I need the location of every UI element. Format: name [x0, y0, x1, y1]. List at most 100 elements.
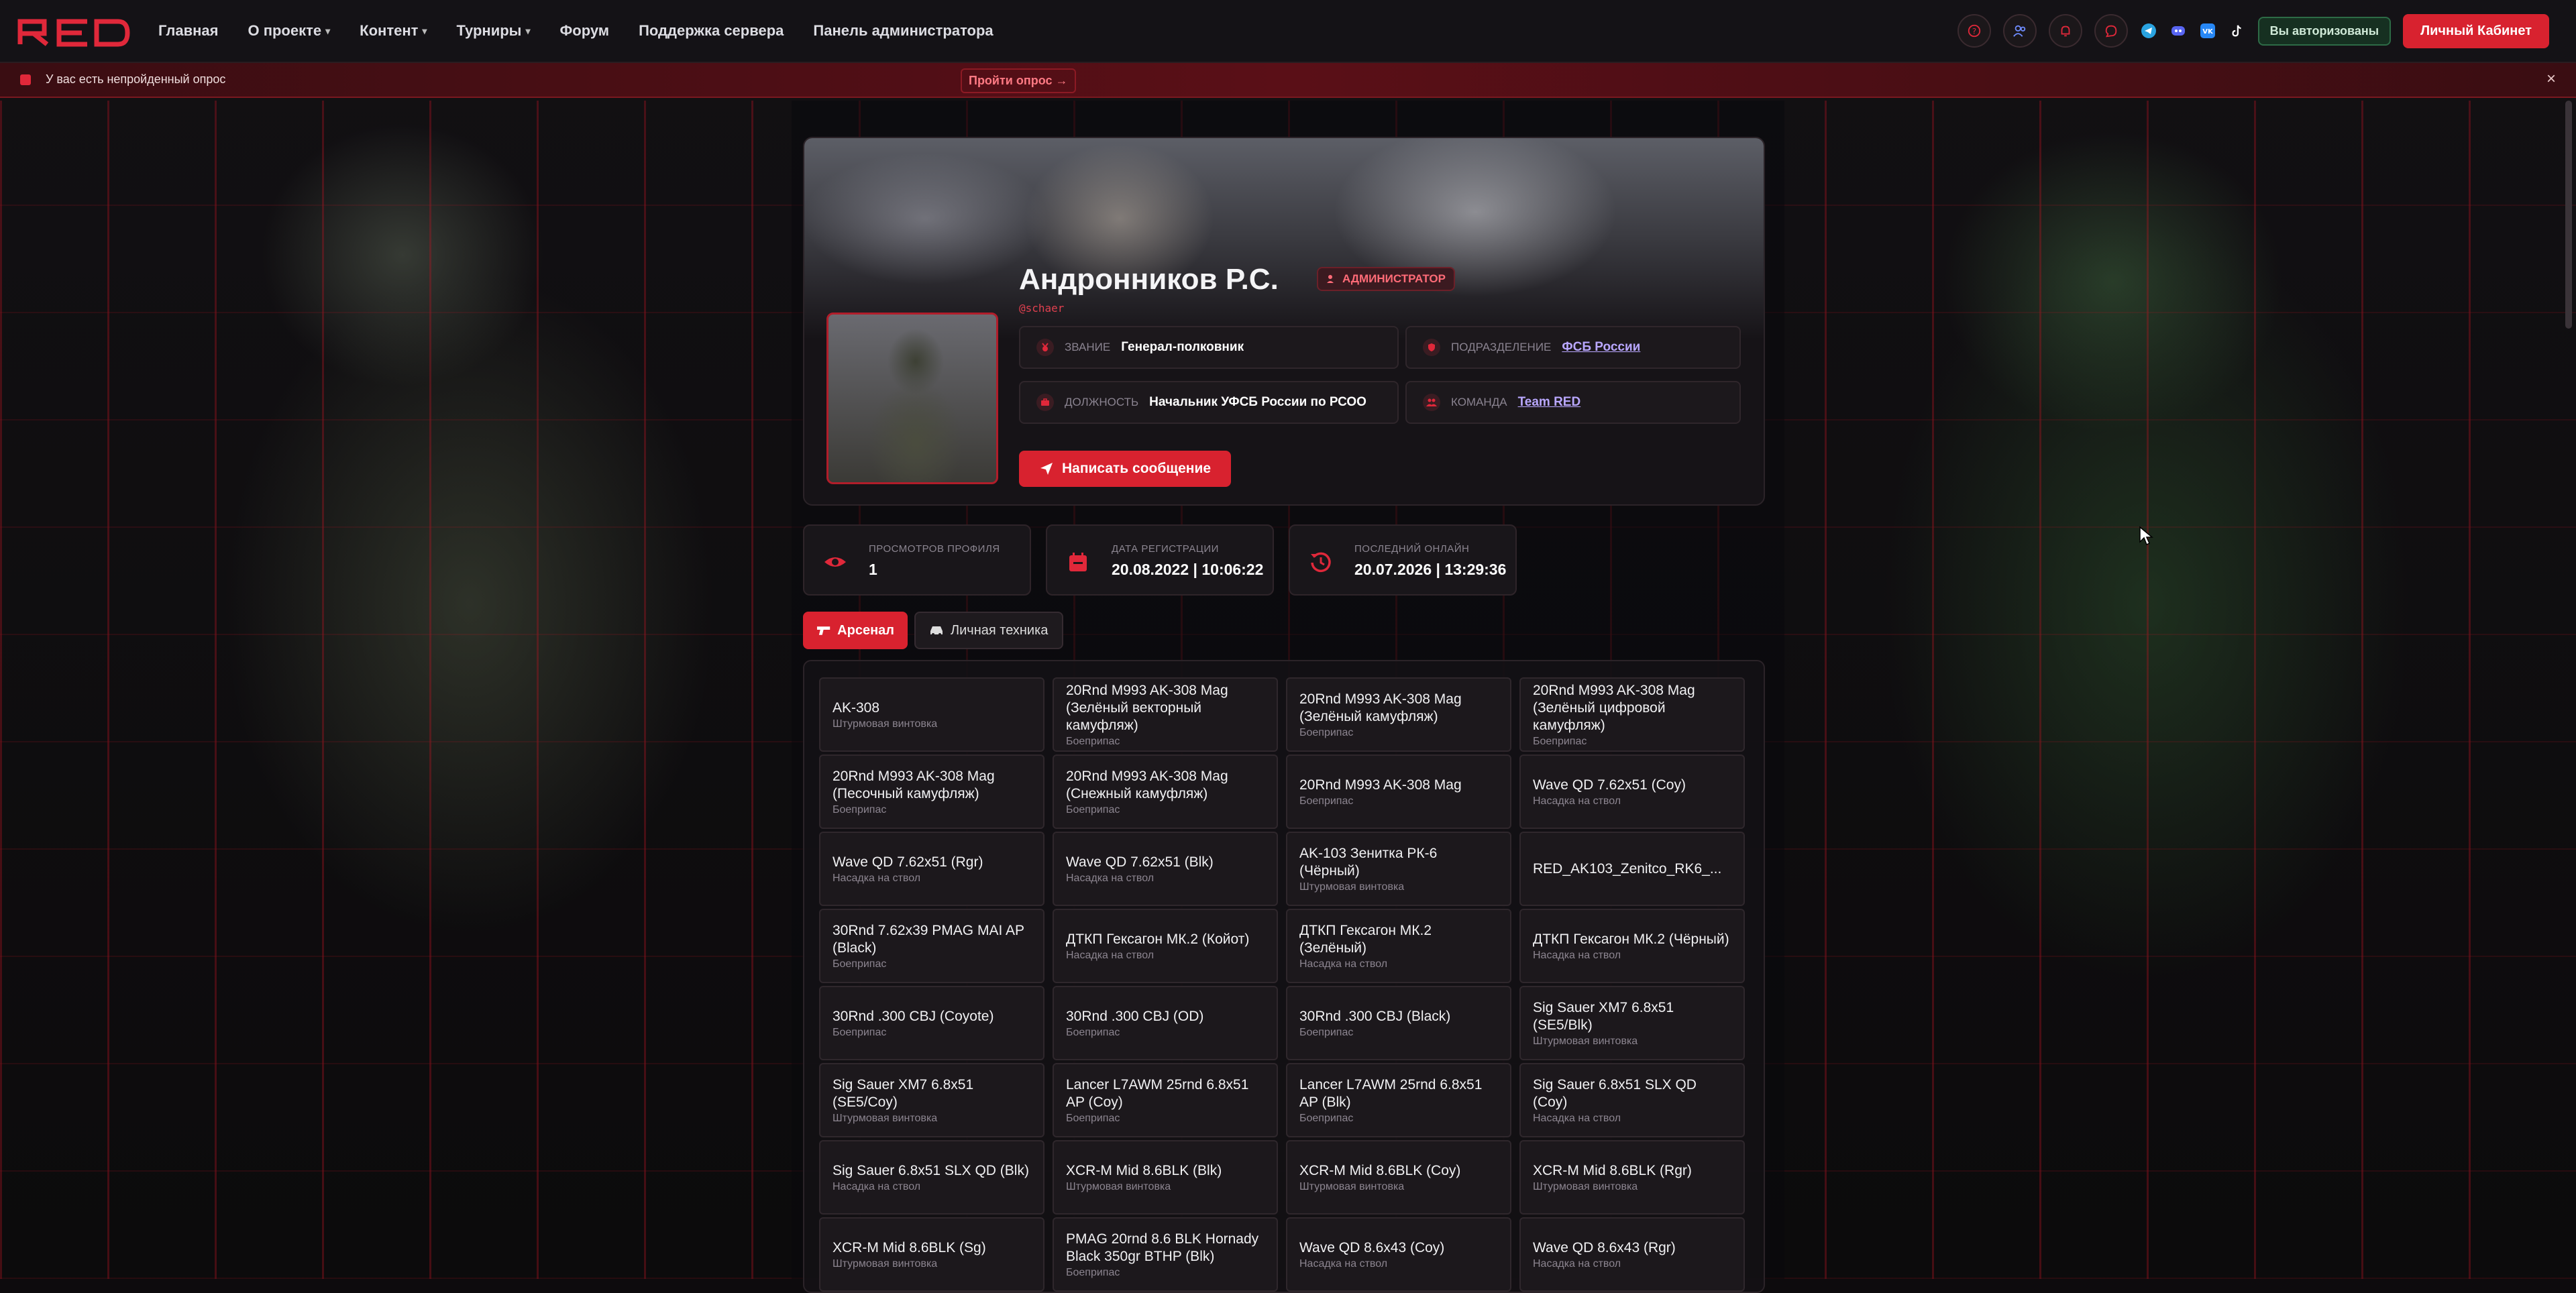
take-survey-link[interactable]: Пройти опрос →: [961, 68, 1076, 93]
arsenal-item[interactable]: Wave QD 7.62x51 (Rgr) Насадка на ствол: [819, 832, 1044, 906]
chevron-down-icon: ▾: [422, 25, 427, 36]
page-scrollbar[interactable]: [2565, 101, 2572, 329]
stat-registration-date: ДАТА РЕГИСТРАЦИИ 20.08.2022 | 10:06:22: [1046, 524, 1274, 596]
arsenal-item[interactable]: PMAG 20rnd 8.6 BLK Hornady Black 350gr B…: [1053, 1217, 1278, 1292]
position-value: Начальник УФСБ России по РСОО: [1149, 395, 1366, 409]
rank-label: ЗВАНИЕ: [1065, 341, 1111, 353]
tab-arsenal-label: Арсенал: [837, 622, 894, 638]
nav-item[interactable]: Главная: [158, 22, 218, 40]
arsenal-item[interactable]: Wave QD 7.62x51 (Coy) Насадка на ствол: [1519, 754, 1745, 829]
item-type: Штурмовая винтовка: [1533, 1035, 1638, 1047]
nav-item[interactable]: О проекте ▾: [248, 22, 330, 40]
survey-alert: У вас есть непройденный опрос Пройти опр…: [0, 63, 2576, 98]
item-type: Штурмовая винтовка: [1299, 1180, 1405, 1192]
arsenal-item[interactable]: Lancer L7AWM 25rnd 6.8x51 AP (Blk) Боепри…: [1286, 1063, 1511, 1137]
item-name: Wave QD 7.62x51 (Rgr): [833, 854, 983, 870]
nav-item[interactable]: Турниры ▾: [456, 22, 530, 40]
arsenal-item[interactable]: 20Rnd M993 AK-308 Mag (Зелёный векторный…: [1053, 677, 1278, 752]
vk-link[interactable]: VK: [2199, 22, 2216, 40]
telegram-icon: [2141, 23, 2156, 38]
nav-item[interactable]: Контент ▾: [360, 22, 427, 40]
nav-item[interactable]: Панель администратора: [813, 22, 993, 40]
item-name: Sig Sauer XM7 6.8x51 (SE5/Blk): [1533, 999, 1674, 1033]
arsenal-item[interactable]: AK-103 Зенитка РК-6 (Чёрный) Штурмовая ви…: [1286, 832, 1511, 906]
arsenal-item[interactable]: 30Rnd .300 CBJ (Coyote) Боеприпас: [819, 986, 1044, 1060]
item-type: Насадка на ствол: [1533, 1257, 1621, 1270]
arsenal-item[interactable]: 20Rnd M993 AK-308 Mag (Зелёный камуфляж)…: [1286, 677, 1511, 752]
notifications-button[interactable]: [2048, 14, 2082, 48]
arsenal-item[interactable]: XCR-M Mid 8.6BLK (Blk) Штурмовая винтовка: [1053, 1140, 1278, 1215]
arsenal-item[interactable]: 20Rnd M993 AK-308 Mag (Снежный камуфляж)…: [1053, 754, 1278, 829]
tiktok-link[interactable]: [2229, 22, 2246, 40]
nav-item-label: Поддержка сервера: [639, 22, 784, 39]
arsenal-item[interactable]: 20Rnd M993 AK-308 Mag Боеприпас: [1286, 754, 1511, 829]
close-icon[interactable]: ×: [2546, 70, 2556, 89]
arsenal-item[interactable]: 30Rnd .300 CBJ (OD) Боеприпас: [1053, 986, 1278, 1060]
arsenal-item[interactable]: XCR-M Mid 8.6BLK (Rgr) Штурмовая винтовка: [1519, 1140, 1745, 1215]
chat-icon: [2105, 25, 2116, 38]
arsenal-item[interactable]: Wave QD 8.6x43 (Coy) Насадка на ствол: [1286, 1217, 1511, 1292]
stat-value: 20.08.2022 | 10:06:22: [1112, 561, 1264, 578]
stat-value: 1: [869, 561, 877, 578]
personal-cabinet-button[interactable]: Личный Кабинет: [2403, 13, 2549, 48]
messages-button[interactable]: [2094, 14, 2128, 48]
item-type: Боеприпас: [1066, 1112, 1120, 1124]
users-button[interactable]: [2002, 14, 2037, 48]
top-navbar: Главная О проекте ▾ Контент ▾ Турниры ▾ Форум По…: [0, 0, 2576, 63]
arsenal-item[interactable]: ДТКП Гексагон МК.2 (Койот) Насадка на ств…: [1053, 909, 1278, 983]
item-type: Штурмовая винтовка: [1066, 1180, 1171, 1192]
nav-item-label: Панель администратора: [813, 22, 994, 39]
nav-item-label: Турниры: [456, 22, 522, 39]
arsenal-item[interactable]: Sig Sauer XM7 6.8x51 (SE5/Blk) Штурмовая …: [1519, 986, 1745, 1060]
item-name: ДТКП Гексагон МК.2 (Чёрный): [1533, 931, 1729, 947]
arsenal-item[interactable]: Wave QD 8.6x43 (Rgr) Насадка на ствол: [1519, 1217, 1745, 1292]
item-name: XCR-M Mid 8.6BLK (Coy): [1299, 1162, 1461, 1178]
stat-value: 20.07.2026 | 13:29:36: [1354, 561, 1507, 578]
paper-plane-icon: [1040, 463, 1053, 475]
arsenal-item[interactable]: 20Rnd M993 AK-308 Mag (Зелёный цифровой …: [1519, 677, 1745, 752]
tab-arsenal[interactable]: Арсенал: [803, 612, 908, 649]
item-name: ДТКП Гексагон МК.2 (Зелёный): [1299, 922, 1432, 956]
unit-link[interactable]: ФСБ России: [1562, 340, 1640, 355]
team-link[interactable]: Team RED: [1518, 395, 1581, 410]
arsenal-item[interactable]: ДТКП Гексагон МК.2 (Чёрный) Насадка на ст…: [1519, 909, 1745, 983]
arsenal-item[interactable]: 30Rnd 7.62x39 PMAG MAI AP (Black) Боеприп…: [819, 909, 1044, 983]
item-name: ДТКП Гексагон МК.2 (Койот): [1066, 931, 1250, 947]
item-type: Боеприпас: [1066, 803, 1120, 816]
item-type: Штурмовая винтовка: [1299, 881, 1405, 893]
item-type: Боеприпас: [1066, 1026, 1120, 1038]
arsenal-item[interactable]: Sig Sauer XM7 6.8x51 (SE5/Coy) Штурмовая …: [819, 1063, 1044, 1137]
item-type: Насадка на ствол: [1299, 1257, 1388, 1270]
arsenal-item[interactable]: ДТКП Гексагон МК.2 (Зелёный) Насадка на с…: [1286, 909, 1511, 983]
arsenal-item[interactable]: XCR-M Mid 8.6BLK (Coy) Штурмовая винтовка: [1286, 1140, 1511, 1215]
item-name: 20Rnd M993 AK-308 Mag (Зелёный цифровой …: [1533, 682, 1695, 733]
arsenal-item[interactable]: 20Rnd M993 AK-308 Mag (Песочный камуфляж…: [819, 754, 1044, 829]
stat-last-online: ПОСЛЕДНИЙ ОНЛАЙН 20.07.2026 | 13:29:36: [1289, 524, 1517, 596]
arsenal-item[interactable]: RED_AK103_Zenitco_RK6_...: [1519, 832, 1745, 906]
arsenal-item[interactable]: XCR-M Mid 8.6BLK (Sg) Штурмовая винтовка: [819, 1217, 1044, 1292]
nav-item[interactable]: Форум: [560, 22, 610, 40]
arsenal-item[interactable]: Wave QD 7.62x51 (Blk) Насадка на ствол: [1053, 832, 1278, 906]
item-name: Sig Sauer XM7 6.8x51 (SE5/Coy): [833, 1076, 974, 1110]
arsenal-item[interactable]: 30Rnd .300 CBJ (Black) Боеприпас: [1286, 986, 1511, 1060]
svg-text:?: ?: [1972, 27, 1976, 36]
arsenal-item[interactable]: Sig Sauer 6.8x51 SLX QD (Coy) Насадка на …: [1519, 1063, 1745, 1137]
item-type: Насадка на ствол: [1066, 872, 1155, 884]
item-type: Боеприпас: [1299, 726, 1354, 738]
arsenal-item[interactable]: AK-308 Штурмовая винтовка: [819, 677, 1044, 752]
arsenal-item[interactable]: Sig Sauer 6.8x51 SLX QD (Blk) Насадка на …: [819, 1140, 1044, 1215]
profile-banner: [804, 138, 1764, 339]
nav-item[interactable]: Поддержка сервера: [639, 22, 784, 40]
nav-item-label: Контент: [360, 22, 419, 39]
discord-link[interactable]: [2169, 22, 2187, 40]
arsenal-item[interactable]: Lancer L7AWM 25rnd 6.8x51 AP (Coy) Боепри…: [1053, 1063, 1278, 1137]
send-message-button[interactable]: Написать сообщение: [1019, 451, 1231, 487]
tab-personal-vehicles[interactable]: Личная техника: [914, 612, 1063, 649]
help-button[interactable]: ?: [1957, 14, 1991, 48]
svg-text:VK: VK: [2202, 28, 2214, 36]
stat-label: ПОСЛЕДНИЙ ОНЛАЙН: [1354, 543, 1470, 555]
auth-status-badge: Вы авторизованы: [2257, 16, 2392, 46]
red-logo[interactable]: [17, 17, 130, 47]
tiktok-icon: [2232, 25, 2241, 37]
telegram-link[interactable]: [2140, 22, 2157, 40]
